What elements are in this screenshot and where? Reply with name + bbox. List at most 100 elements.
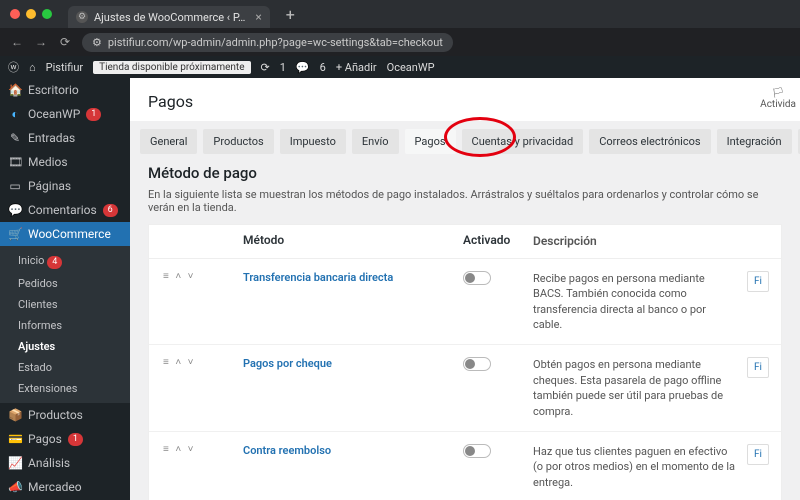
drag-handle[interactable]: ≡ ˄ ˅ [163, 271, 243, 282]
col-enabled: Activado [463, 233, 533, 250]
section-payment-methods: Método de pago En la siguiente lista se … [130, 160, 800, 500]
sub-inicio[interactable]: Inicio 4 [0, 250, 130, 273]
table-row: ≡ ˄ ˅ Contra reembolso Haz que tus clien… [149, 432, 781, 500]
comments-icon[interactable]: 💬 [296, 61, 310, 74]
updates-icon[interactable]: ⟳ [261, 61, 270, 74]
sidebar-item-oceanwp[interactable]: ◐OceanWP 1 [0, 102, 130, 126]
updates-count: 1 [280, 61, 286, 74]
home-icon[interactable]: ⌂ [29, 61, 36, 74]
page-title: Pagos [130, 78, 800, 121]
enabled-toggle[interactable] [463, 357, 491, 371]
section-description: En la siguiente lista se muestran los mé… [148, 188, 782, 214]
marketing-icon: 📣 [8, 480, 22, 494]
forward-icon[interactable]: → [34, 35, 48, 49]
tab-general[interactable]: General [140, 129, 197, 154]
method-link[interactable]: Contra reembolso [243, 444, 331, 457]
table-header: Método Activado Descripción [149, 225, 781, 259]
browser-toolbar: ← → ⟳ ⚙ pistifiur.com/wp-admin/admin.php… [0, 28, 800, 56]
sub-clientes[interactable]: Clientes [0, 294, 130, 315]
new-content-button[interactable]: + Añadir [336, 61, 377, 74]
tab-productos[interactable]: Productos [203, 129, 273, 154]
badge: 6 [103, 204, 118, 217]
col-method: Método [243, 233, 463, 250]
payment-methods-table: Método Activado Descripción ≡ ˄ ˅ Transf… [148, 224, 782, 500]
sub-pedidos[interactable]: Pedidos [0, 273, 130, 294]
method-desc: Obtén pagos en persona mediante cheques.… [533, 357, 747, 419]
back-icon[interactable]: ← [10, 35, 24, 49]
method-link[interactable]: Transferencia bancaria directa [243, 271, 393, 284]
admin-sidebar: 🏠Escritorio ◐OceanWP 1 ✎Entradas 🎞Medios… [0, 78, 130, 500]
sidebar-item-productos[interactable]: 📦Productos [0, 403, 130, 427]
activity-icon: 🏳 [760, 88, 796, 99]
sidebar-item-mercadeo[interactable]: 📣Mercadeo [0, 475, 130, 499]
theme-link[interactable]: OceanWP [387, 61, 435, 74]
reload-icon[interactable]: ⟳ [58, 35, 72, 49]
close-tab-icon[interactable]: × [255, 10, 261, 24]
tab-cuentas[interactable]: Cuentas y privacidad [462, 129, 584, 154]
enabled-toggle[interactable] [463, 271, 491, 285]
woocommerce-icon: 🛒 [8, 227, 22, 241]
sidebar-item-comentarios[interactable]: 💬Comentarios 6 [0, 198, 130, 222]
badge: 1 [86, 108, 101, 121]
settings-tabs: General Productos Impuesto Envío Pagos C… [130, 121, 800, 160]
sidebar-item-entradas[interactable]: ✎Entradas [0, 126, 130, 150]
window-maximize-icon[interactable] [42, 9, 52, 19]
sub-informes[interactable]: Informes [0, 315, 130, 336]
finish-setup-button[interactable]: Fi [747, 357, 769, 378]
activity-link[interactable]: 🏳Activida [760, 88, 796, 110]
section-title: Método de pago [148, 164, 782, 182]
badge: 1 [68, 433, 83, 446]
products-icon: 📦 [8, 408, 22, 422]
store-notice: Tienda disponible próximamente [93, 61, 250, 74]
drag-handle[interactable]: ≡ ˄ ˅ [163, 357, 243, 368]
wp-logo-icon[interactable]: ⓦ [8, 59, 19, 75]
media-icon: 🎞 [8, 155, 22, 169]
tab-pagos[interactable]: Pagos [405, 129, 456, 154]
tab-correos[interactable]: Correos electrónicos [589, 129, 710, 154]
sidebar-item-medios[interactable]: 🎞Medios [0, 150, 130, 174]
tab-impuesto[interactable]: Impuesto [280, 129, 346, 154]
col-desc: Descripción [533, 233, 747, 250]
site-settings-icon[interactable]: ⚙ [92, 36, 102, 49]
badge: 4 [47, 256, 62, 269]
tab-integracion[interactable]: Integración [717, 129, 792, 154]
sidebar-item-paginas[interactable]: ▭Páginas [0, 174, 130, 198]
method-desc: Recibe pagos en persona mediante BACS. T… [533, 271, 747, 333]
drag-handle[interactable]: ≡ ˄ ˅ [163, 444, 243, 455]
main-content: 🏳Activida Pagos General Productos Impues… [130, 78, 800, 500]
tab-favicon-icon: ⚙ [76, 11, 88, 23]
sidebar-item-pagos[interactable]: 💳Pagos 1 [0, 427, 130, 451]
pages-icon: ▭ [8, 179, 22, 193]
sidebar-item-escritorio[interactable]: 🏠Escritorio [0, 78, 130, 102]
site-name[interactable]: Pistifiur [46, 61, 83, 74]
finish-setup-button[interactable]: Fi [747, 271, 769, 292]
method-link[interactable]: Pagos por cheque [243, 357, 332, 370]
enabled-toggle[interactable] [463, 444, 491, 458]
new-tab-button[interactable]: + [286, 5, 295, 24]
window-minimize-icon[interactable] [26, 9, 36, 19]
method-desc: Haz que tus clientes paguen en efectivo … [533, 444, 747, 490]
comments-menu-icon: 💬 [8, 203, 22, 217]
table-row: ≡ ˄ ˅ Transferencia bancaria directa Rec… [149, 259, 781, 346]
tab-envio[interactable]: Envío [352, 129, 399, 154]
url-text: pistifiur.com/wp-admin/admin.php?page=wc… [108, 36, 443, 49]
oceanwp-icon: ◐ [8, 107, 22, 121]
payments-icon: 💳 [8, 432, 22, 446]
window-close-icon[interactable] [10, 9, 20, 19]
browser-tab[interactable]: ⚙ Ajustes de WooCommerce ‹ P… × [68, 6, 270, 28]
sidebar-item-woocommerce[interactable]: 🛒WooCommerce [0, 222, 130, 246]
tab-title: Ajustes de WooCommerce ‹ P… [94, 11, 245, 24]
analytics-icon: 📈 [8, 456, 22, 470]
browser-tabstrip: ⚙ Ajustes de WooCommerce ‹ P… × + [0, 0, 800, 28]
sub-extensiones[interactable]: Extensiones [0, 378, 130, 399]
dashboard-icon: 🏠 [8, 83, 22, 97]
sub-ajustes[interactable]: Ajustes [0, 336, 130, 357]
sub-estado[interactable]: Estado [0, 357, 130, 378]
wp-admin-bar: ⓦ ⌂ Pistifiur Tienda disponible próximam… [0, 56, 800, 78]
finish-setup-button[interactable]: Fi [747, 444, 769, 465]
address-bar[interactable]: ⚙ pistifiur.com/wp-admin/admin.php?page=… [82, 33, 453, 52]
posts-icon: ✎ [8, 131, 22, 145]
comments-count: 6 [320, 61, 326, 74]
woocommerce-submenu: Inicio 4 Pedidos Clientes Informes Ajust… [0, 246, 130, 403]
sidebar-item-analisis[interactable]: 📈Análisis [0, 451, 130, 475]
